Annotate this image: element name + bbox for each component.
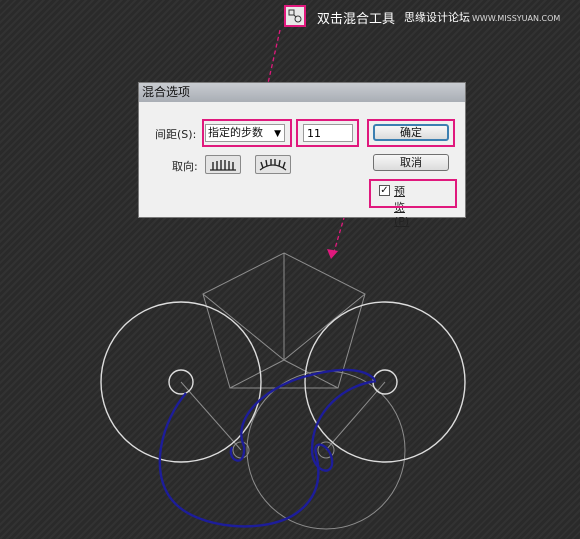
- watermark-main: 思缘设计论坛: [404, 11, 470, 24]
- white-circles: [100, 301, 466, 463]
- orientation-label: 取向:: [172, 160, 198, 173]
- spacing-label: 间距(S):: [155, 128, 197, 141]
- pentagon-guides: [180, 252, 386, 451]
- steps-highlight-box: [296, 119, 359, 147]
- artboard-canvas: [100, 29, 466, 530]
- align-page-icon: [210, 160, 236, 171]
- align-to-path-button[interactable]: [255, 155, 291, 174]
- blend-options-dialog: 混合选项 间距(S): 指定的步数 ▼ 确定 取消 取向: ✓ 预览(P): [138, 82, 466, 228]
- site-watermark: 思缘设计论坛 WWW.MISSYUAN.COM: [404, 9, 560, 25]
- preview-highlight-box: [369, 179, 457, 208]
- cancel-button[interactable]: 取消: [373, 154, 449, 171]
- watermark-url: WWW.MISSYUAN.COM: [472, 14, 561, 23]
- tool-instruction-label: 双击混合工具: [317, 12, 396, 27]
- align-path-icon: [259, 159, 287, 171]
- dialog-title: 混合选项: [139, 83, 465, 102]
- guide-circles: [232, 370, 406, 530]
- blend-tool-icon[interactable]: [284, 5, 306, 27]
- ok-highlight-box: [367, 119, 455, 147]
- align-to-page-button[interactable]: [205, 155, 241, 174]
- spacing-highlight-box: [202, 119, 292, 147]
